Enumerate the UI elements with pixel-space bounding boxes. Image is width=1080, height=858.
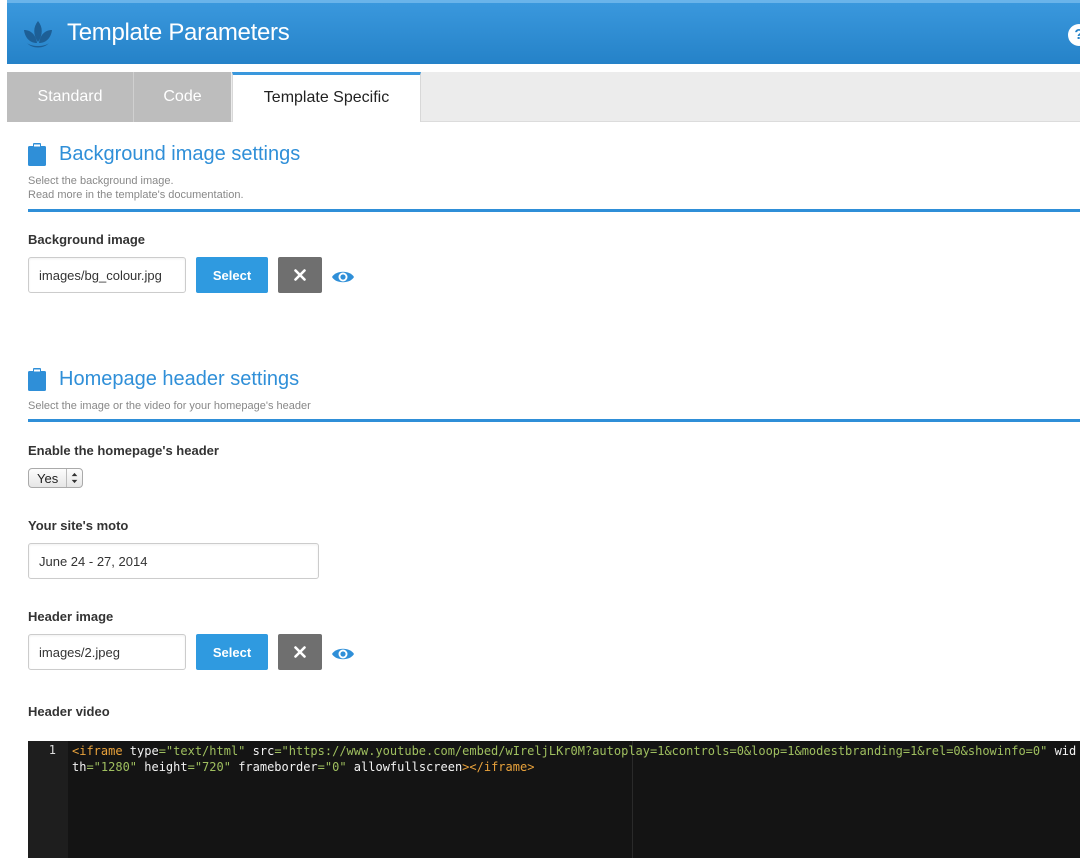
- clipboard-icon: [28, 143, 46, 166]
- homepage-section-description: Select the image or the video for your h…: [28, 400, 311, 412]
- code-token-attr: frameborder: [238, 760, 318, 774]
- code-token-tag: ></iframe>: [462, 760, 535, 774]
- header-video-label: Header video: [28, 704, 110, 719]
- header-image-clear-button[interactable]: [278, 634, 322, 670]
- code-token-attr: src: [252, 744, 275, 758]
- site-moto-label: Your site's moto: [28, 518, 129, 533]
- background-clear-button[interactable]: [278, 257, 322, 293]
- header-image-label: Header image: [28, 609, 114, 624]
- background-image-label: Background image: [28, 232, 146, 247]
- code-token-tag: <iframe: [72, 744, 130, 758]
- code-token-val: ="text/html": [158, 744, 253, 758]
- section-divider: [28, 209, 1080, 212]
- background-section-description: Select the background image. Read more i…: [28, 174, 244, 202]
- tab-code[interactable]: Code: [133, 72, 231, 122]
- header-image-select-button[interactable]: Select: [196, 634, 268, 670]
- header-image-input[interactable]: [28, 634, 186, 670]
- code-token-val: ="https://www.youtube.com/embed/wIreljLK…: [274, 744, 1055, 758]
- line-number: 1: [28, 741, 68, 858]
- enable-header-select[interactable]: Yes: [28, 468, 83, 488]
- settings-panel: Background image settings Select the bac…: [7, 122, 1080, 858]
- code-token-val: ="720": [187, 760, 239, 774]
- updown-arrows-icon: [66, 469, 78, 487]
- clipboard-icon: [28, 368, 46, 391]
- homepage-section-title: Homepage header settings: [59, 368, 300, 390]
- background-select-button[interactable]: Select: [196, 257, 268, 293]
- background-desc-line-2: Read more in the template's documentatio…: [28, 189, 244, 201]
- help-button[interactable]: ?: [1068, 24, 1080, 46]
- code-token-val: ="0": [317, 760, 354, 774]
- eye-icon[interactable]: [331, 646, 355, 662]
- tab-standard[interactable]: Standard: [7, 72, 133, 122]
- header-video-code-editor[interactable]: 1 <iframe type="text/html" src="https://…: [28, 741, 1080, 858]
- lotus-logo-icon: [24, 21, 52, 48]
- close-icon: [294, 269, 306, 281]
- eye-icon[interactable]: [331, 269, 355, 285]
- code-token-attr: height: [144, 760, 188, 774]
- tab-template-specific[interactable]: Template Specific: [232, 72, 421, 123]
- background-section-title: Background image settings: [59, 143, 301, 165]
- code-token-val: ="1280": [86, 760, 145, 774]
- background-desc-line-1: Select the background image.: [28, 175, 174, 187]
- code-line[interactable]: <iframe type="text/html" src="https://ww…: [72, 743, 1078, 775]
- section-divider: [28, 419, 1080, 422]
- background-image-input[interactable]: [28, 257, 186, 293]
- code-token-attr: allowfullscreen: [353, 760, 463, 774]
- tab-bar: Standard Code Template Specific: [7, 72, 1080, 123]
- site-moto-input[interactable]: [28, 543, 319, 579]
- enable-header-value: Yes: [37, 471, 59, 486]
- app-header: Template Parameters ?: [7, 0, 1080, 64]
- page-title: Template Parameters: [67, 19, 290, 46]
- close-icon: [294, 646, 306, 658]
- code-token-attr: type: [129, 744, 159, 758]
- enable-header-label: Enable the homepage's header: [28, 443, 219, 458]
